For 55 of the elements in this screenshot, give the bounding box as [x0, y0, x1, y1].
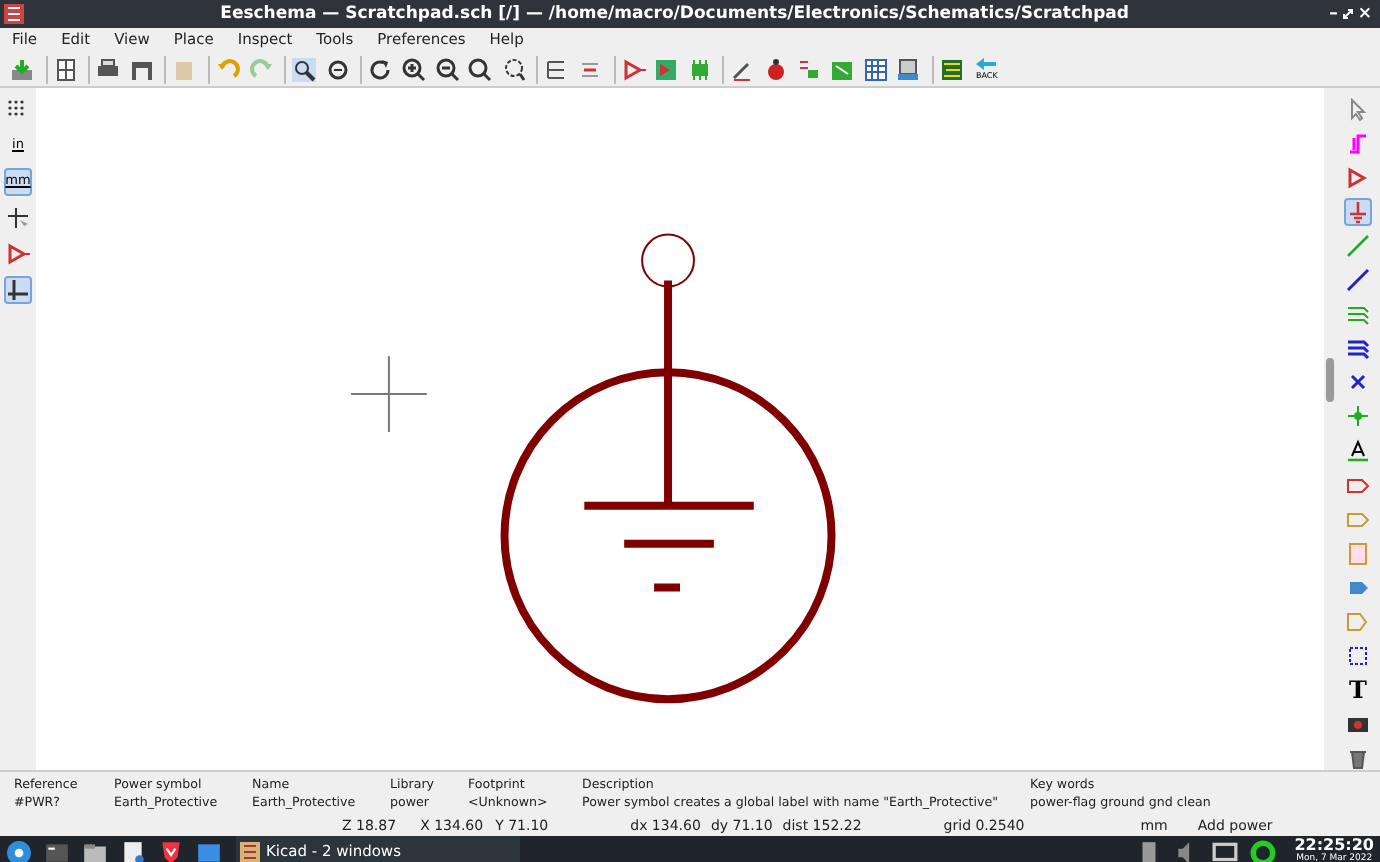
- netlist-icon[interactable]: [796, 57, 821, 81]
- dashed-rectangle-icon[interactable]: [1346, 644, 1370, 669]
- zoom-out-icon[interactable]: [435, 57, 460, 81]
- zoom-selection-icon[interactable]: [501, 57, 526, 81]
- page-settings-icon[interactable]: [53, 57, 78, 81]
- footprint-icon[interactable]: [687, 57, 712, 81]
- annotate-icon[interactable]: [730, 57, 755, 81]
- text-tool-button[interactable]: T: [1344, 676, 1372, 705]
- bus-icon[interactable]: [1346, 268, 1370, 293]
- no-connect-icon[interactable]: [1346, 370, 1370, 395]
- refresh-icon[interactable]: [368, 57, 393, 81]
- wire-entry-icon[interactable]: [1346, 302, 1370, 327]
- window-title: Eeschema — Scratchpad.sch [/] — /home/macro/Documents/Electronics/Schematics/Scratchpad: [218, 1, 1131, 27]
- orthogonal-lines-icon[interactable]: [6, 278, 30, 302]
- junction-icon[interactable]: [1346, 404, 1370, 429]
- symbol-editor-icon[interactable]: [621, 57, 645, 81]
- app-icon: [4, 4, 24, 24]
- terminal-icon[interactable]: [44, 840, 70, 862]
- earth-ground-symbol[interactable]: [500, 233, 836, 704]
- hierarchy-icon[interactable]: [544, 57, 569, 81]
- net-label-icon[interactable]: [1346, 438, 1370, 463]
- minimize-button[interactable]: –: [1329, 1, 1338, 27]
- maximize-icon[interactable]: [1341, 8, 1354, 20]
- global-label-icon[interactable]: [1346, 473, 1370, 498]
- zoom-in-icon[interactable]: [401, 57, 426, 81]
- shield-icon[interactable]: [158, 840, 184, 862]
- find-icon[interactable]: [292, 57, 317, 81]
- app-menu-icon[interactable]: [6, 840, 32, 862]
- cursor-crosshair-icon[interactable]: [6, 206, 30, 230]
- symbol-icon[interactable]: [1346, 165, 1370, 190]
- app-icon: [240, 842, 260, 862]
- bus-entry-lines-icon[interactable]: [1346, 336, 1370, 361]
- wire-icon[interactable]: [1346, 233, 1370, 258]
- status-ring-icon[interactable]: [1250, 840, 1277, 862]
- text-editor-icon[interactable]: [120, 840, 146, 862]
- pcb-editor-icon[interactable]: [939, 57, 964, 81]
- folder-icon[interactable]: [82, 840, 108, 862]
- printer-icon[interactable]: [96, 57, 121, 81]
- scrollbar-thumb[interactable]: [1326, 358, 1334, 402]
- bug-icon[interactable]: [763, 57, 788, 81]
- select-arrow-icon[interactable]: [1346, 97, 1370, 122]
- hidden-pins-icon[interactable]: [6, 242, 30, 266]
- arrow-icon: [976, 58, 997, 72]
- crosshair-cursor: [350, 355, 428, 433]
- camera-icon[interactable]: [1346, 712, 1370, 737]
- close-button[interactable]: ×: [1357, 1, 1372, 27]
- zoom-fit-icon[interactable]: [468, 57, 493, 81]
- open-icon[interactable]: [10, 57, 34, 81]
- trash-icon[interactable]: [1346, 746, 1370, 771]
- symbol-browser-icon[interactable]: [654, 57, 679, 81]
- bom-table-icon[interactable]: [863, 57, 888, 81]
- bus-entry-icon[interactable]: [1346, 131, 1370, 156]
- ground-icon[interactable]: [1346, 199, 1370, 224]
- network-icon[interactable]: [1212, 840, 1239, 862]
- desktop-icon[interactable]: [196, 840, 222, 862]
